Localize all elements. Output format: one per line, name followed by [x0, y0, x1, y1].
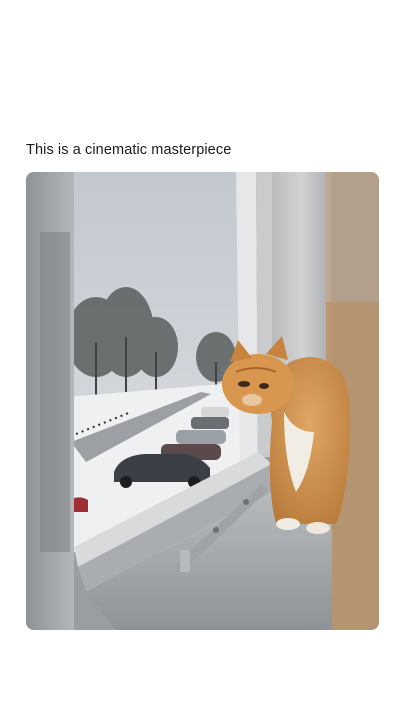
post-caption: This is a cinematic masterpiece	[26, 142, 232, 158]
post-video[interactable]	[26, 172, 379, 630]
cat-window-scene	[26, 172, 379, 630]
